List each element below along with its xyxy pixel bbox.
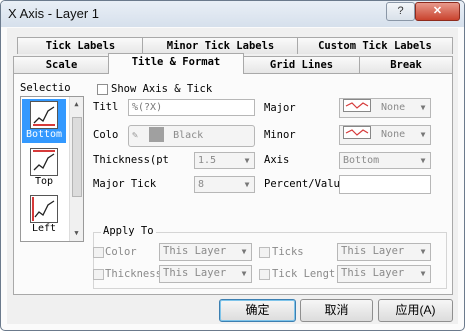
- window-title: X Axis - Layer 1: [8, 6, 100, 21]
- chevron-down-icon: ▼: [244, 180, 250, 189]
- close-button[interactable]: ✕: [415, 2, 460, 21]
- tab-grid-lines[interactable]: Grid Lines: [242, 56, 361, 73]
- major-tick-label: Major Tick: [93, 178, 157, 190]
- chevron-down-icon: ▼: [420, 156, 426, 165]
- thickness-value: 1.5: [198, 155, 217, 166]
- tab-title-format[interactable]: Title & Format: [108, 53, 244, 74]
- selection-list[interactable]: Bottom Top Left ▲ ▼: [20, 96, 84, 242]
- tab-minor-tick-labels[interactable]: Minor Tick Labels: [142, 37, 299, 54]
- percent-label: Percent/Valu: [264, 178, 340, 190]
- minor-value: None: [381, 129, 406, 140]
- show-axis-label: Show Axis & Tick: [111, 83, 213, 95]
- dialog-window: X Axis - Layer 1 ? ✕ Tick Labels Minor T…: [0, 0, 465, 331]
- thickness-select[interactable]: 1.5 ▼: [194, 152, 255, 169]
- title-input[interactable]: %(?X): [128, 99, 255, 116]
- minor-label: Minor: [264, 129, 296, 141]
- color-label: Colo: [93, 129, 119, 141]
- list-item-label: Top: [34, 176, 54, 187]
- color-value: Black: [173, 130, 204, 141]
- major-label: Major: [264, 102, 296, 114]
- pencil-icon: ✎: [132, 130, 139, 141]
- apply-ticks-value: This Layer: [341, 245, 405, 257]
- list-item-left[interactable]: Left: [22, 193, 66, 237]
- apply-thickness-value: This Layer: [163, 267, 227, 279]
- selection-label: Selectio: [20, 82, 71, 94]
- list-item-bottom[interactable]: Bottom: [22, 99, 66, 143]
- major-tick-select[interactable]: 8 ▼: [194, 176, 255, 193]
- list-item-top[interactable]: Top: [22, 146, 66, 190]
- axis-label: Axis: [264, 154, 290, 166]
- apply-tick-length-label: Tick Lengt: [272, 268, 336, 280]
- cancel-button[interactable]: 取消: [300, 299, 373, 322]
- apply-tick-length-select[interactable]: This Layer ▼: [337, 265, 431, 283]
- tab-scale[interactable]: Scale: [13, 56, 110, 73]
- tick-style-icon: [343, 99, 371, 112]
- apply-to-title: Apply To: [101, 225, 156, 237]
- show-axis-checkbox[interactable]: [97, 84, 108, 95]
- apply-button[interactable]: 应用(A): [378, 299, 453, 322]
- color-swatch: [149, 127, 165, 142]
- chevron-down-icon: ▼: [420, 103, 426, 112]
- tab-tick-labels[interactable]: Tick Labels: [17, 37, 144, 54]
- axis-value: Bottom: [343, 155, 380, 166]
- help-button[interactable]: ?: [386, 2, 415, 21]
- chevron-down-icon: ▼: [241, 269, 247, 278]
- axis-left-icon: [30, 195, 58, 223]
- tab-custom-tick-labels[interactable]: Custom Tick Labels: [297, 37, 453, 54]
- apply-tick-length-value: This Layer: [341, 267, 405, 279]
- chevron-down-icon: ▼: [244, 156, 250, 165]
- axis-bottom-icon: [30, 101, 58, 129]
- list-item-label: Left: [31, 223, 57, 234]
- chevron-down-icon: ▼: [420, 130, 426, 139]
- axis-select[interactable]: Bottom ▼: [339, 152, 431, 169]
- scroll-down-icon[interactable]: ▼: [72, 229, 81, 237]
- color-button[interactable]: ✎ Black: [128, 125, 255, 147]
- percent-input[interactable]: [339, 175, 431, 194]
- axis-top-icon: [30, 148, 58, 176]
- apply-color-checkbox[interactable]: [93, 247, 104, 258]
- apply-tick-length-checkbox[interactable]: [259, 269, 270, 280]
- dialog-body: Tick Labels Minor Tick Labels Custom Tic…: [7, 28, 458, 324]
- minor-select[interactable]: None ▼: [339, 125, 431, 145]
- apply-thickness-select[interactable]: This Layer ▼: [159, 265, 252, 283]
- chevron-down-icon: ▼: [420, 247, 426, 256]
- apply-thickness-checkbox[interactable]: [93, 269, 104, 280]
- title-label: Titl: [93, 101, 119, 113]
- apply-ticks-label: Ticks: [272, 246, 304, 258]
- scroll-thumb[interactable]: [72, 117, 82, 197]
- selection-scrollbar[interactable]: ▲ ▼: [69, 97, 83, 241]
- apply-ticks-checkbox[interactable]: [259, 247, 270, 258]
- apply-ticks-select[interactable]: This Layer ▼: [337, 243, 431, 261]
- chevron-down-icon: ▼: [420, 269, 426, 278]
- ok-button[interactable]: 确定: [219, 299, 296, 322]
- list-item-label: Bottom: [25, 129, 63, 140]
- major-select[interactable]: None ▼: [339, 98, 431, 118]
- tab-break[interactable]: Break: [359, 56, 453, 73]
- thickness-label: Thickness(pt: [93, 154, 169, 166]
- apply-color-select[interactable]: This Layer ▼: [159, 243, 252, 261]
- chevron-down-icon: ▼: [241, 247, 247, 256]
- apply-thickness-label: Thickness: [105, 268, 162, 280]
- major-value: None: [381, 102, 406, 113]
- title-bar: X Axis - Layer 1 ? ✕: [1, 1, 464, 27]
- scroll-up-icon[interactable]: ▲: [72, 100, 81, 108]
- major-tick-value: 8: [198, 179, 205, 190]
- apply-color-label: Color: [105, 246, 137, 258]
- apply-color-value: This Layer: [163, 245, 227, 257]
- tick-style-icon: [343, 126, 371, 139]
